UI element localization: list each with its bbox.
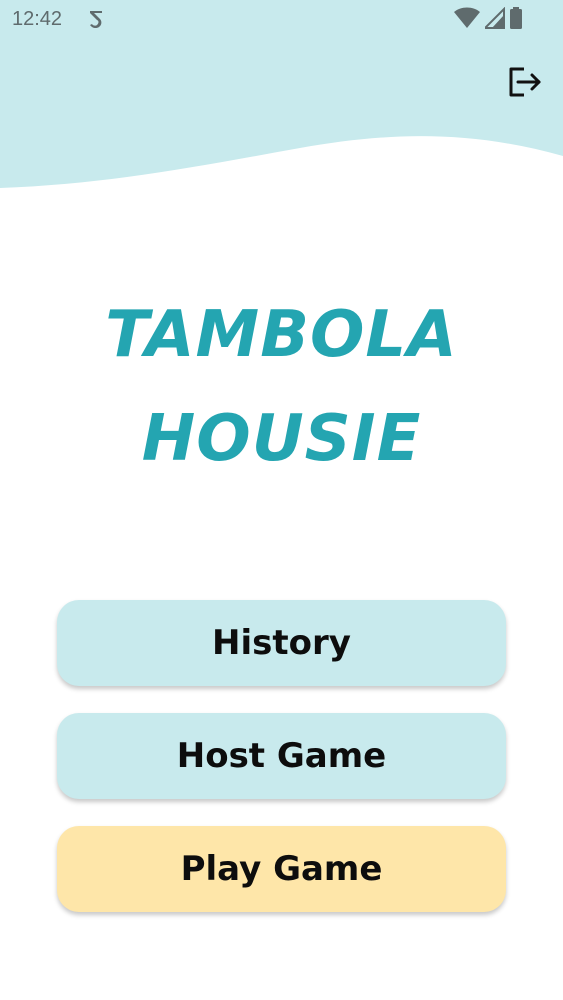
logout-button[interactable] xyxy=(506,64,544,100)
app-title-line-2: HOUSIE xyxy=(141,402,422,476)
host-game-button[interactable]: Host Game xyxy=(57,713,506,799)
play-game-button-label: Play Game xyxy=(180,849,383,889)
history-button-label: History xyxy=(212,623,351,663)
app-title-line-1: TAMBOLA xyxy=(105,298,458,372)
signal-icon xyxy=(484,7,505,29)
status-bar: 12:42 xyxy=(0,0,563,38)
battery-icon xyxy=(510,7,522,29)
host-game-button-label: Host Game xyxy=(176,736,387,776)
notification-icon xyxy=(90,11,102,29)
status-icons xyxy=(454,7,523,31)
logout-icon xyxy=(509,67,541,97)
wifi-icon xyxy=(454,7,481,28)
home-screen: 12:42 TAMBOLA HOUSIE History Host Game P… xyxy=(0,0,563,1000)
history-button[interactable]: History xyxy=(57,600,506,686)
play-game-button[interactable]: Play Game xyxy=(57,826,506,912)
status-time: 12:42 xyxy=(12,8,63,30)
